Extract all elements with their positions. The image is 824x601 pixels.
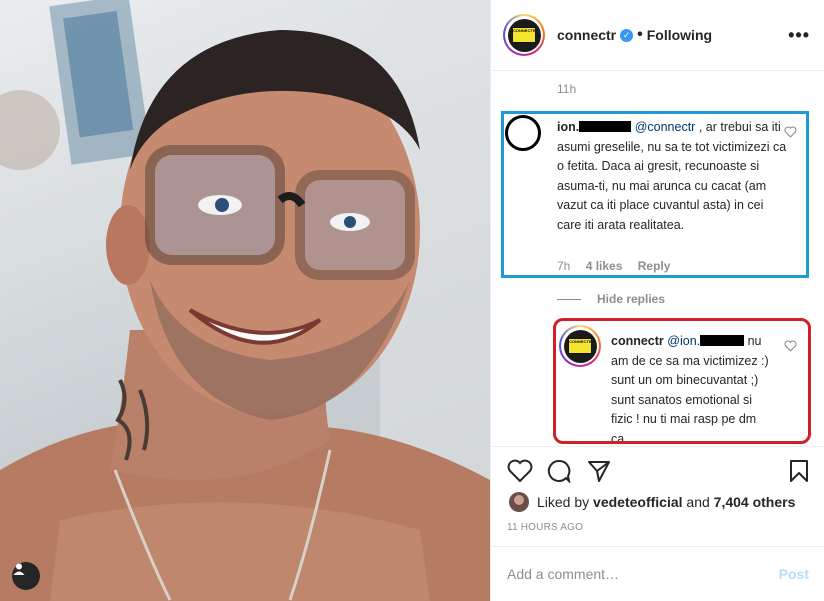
connectr-logo: CONNECTR — [507, 18, 541, 52]
verified-badge-icon: ✓ — [620, 28, 634, 42]
share-paper-plane-icon[interactable] — [587, 459, 611, 483]
comment-input[interactable]: Add a comment… — [507, 566, 619, 582]
post-photo[interactable] — [0, 0, 490, 601]
tagged-users-button[interactable] — [12, 562, 40, 590]
replies-divider — [557, 298, 581, 300]
liker-username[interactable]: vedeteofficial — [593, 494, 682, 510]
more-options-icon[interactable]: ••• — [788, 25, 810, 46]
liked-by-and: and — [682, 494, 714, 510]
hide-replies-label: Hide replies — [597, 292, 666, 306]
liked-by-prefix: Liked by — [537, 494, 590, 510]
liked-by-row: Liked by vedeteofficial and 7,404 others — [509, 492, 795, 512]
post-side-panel: CONNECTR connectr ✓ • Following ••• 11h … — [490, 0, 824, 601]
post-timestamp[interactable]: 11 HOURS AGO — [507, 522, 583, 533]
like-heart-icon[interactable] — [507, 459, 533, 483]
liker-avatar[interactable] — [509, 492, 529, 512]
comments-list[interactable]: 11h ion. @connectr , ar trebui sa iti as… — [491, 72, 824, 446]
blue-highlight-box — [501, 111, 809, 278]
author-username[interactable]: connectr — [557, 27, 616, 43]
likes-count-link[interactable]: 7,404 others — [714, 494, 796, 510]
post-actions — [491, 446, 824, 494]
author-avatar[interactable]: CONNECTR — [503, 14, 545, 56]
following-button[interactable]: Following — [647, 27, 712, 43]
user-icon — [13, 563, 25, 575]
post-header: CONNECTR connectr ✓ • Following ••• — [491, 0, 824, 71]
caption-timestamp: 11h — [557, 82, 577, 96]
save-bookmark-icon[interactable] — [789, 459, 809, 483]
hide-replies-button[interactable]: Hide replies — [557, 292, 665, 306]
comment-bubble-icon[interactable] — [547, 459, 571, 483]
separator-dot: • — [637, 26, 643, 43]
selfie-illustration — [0, 0, 490, 601]
add-comment-bar: Add a comment… Post — [491, 546, 824, 601]
post-comment-button[interactable]: Post — [779, 566, 809, 582]
red-highlight-box — [553, 318, 811, 444]
